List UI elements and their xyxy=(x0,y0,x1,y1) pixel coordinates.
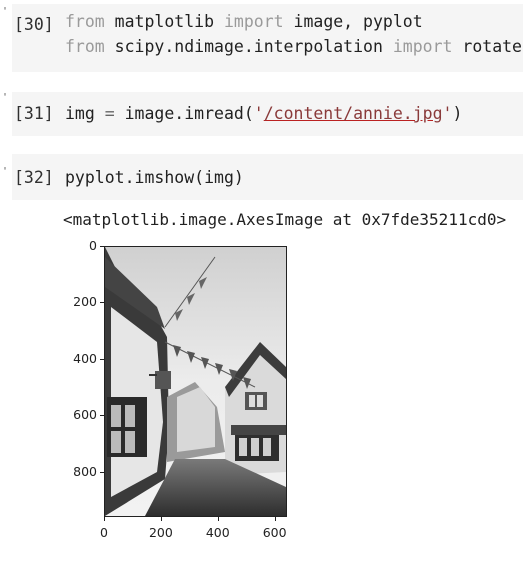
variable-img: img xyxy=(65,104,105,123)
y-tick-mark xyxy=(100,246,104,247)
x-tick-label: 200 xyxy=(148,525,173,540)
cell-output-text: <matplotlib.image.AxesImage at 0x7fde352… xyxy=(63,210,507,229)
cell-collapse-marker[interactable]: ' xyxy=(2,166,8,178)
x-tick-label: 0 xyxy=(100,525,108,540)
y-tick-mark xyxy=(100,471,104,473)
function-call: image.imread( xyxy=(114,104,254,123)
keyword-from: from xyxy=(65,12,105,31)
plot-axes xyxy=(104,246,287,517)
x-tick-mark xyxy=(217,517,219,521)
x-tick-mark xyxy=(274,517,276,521)
keyword-import: import xyxy=(392,37,453,56)
cell-prompt: [30] xyxy=(14,15,54,34)
code-line-2[interactable]: from scipy.ndimage.interpolation import … xyxy=(65,35,522,59)
keyword-import: import xyxy=(223,12,284,31)
import-names: image, pyplot xyxy=(283,12,423,31)
cell-prompt: [32] xyxy=(14,168,54,187)
street-photo-image xyxy=(105,247,286,516)
x-tick-mark xyxy=(104,517,105,521)
x-tick-mark xyxy=(160,517,162,521)
x-tick-label: 400 xyxy=(205,525,230,540)
y-tick-label: 800 xyxy=(73,463,97,479)
y-tick-mark xyxy=(100,415,104,417)
keyword-from: from xyxy=(65,37,105,56)
string-quote: ' xyxy=(253,104,264,123)
y-tick-label: 600 xyxy=(73,407,97,423)
code-line-1[interactable]: from matplotlib import image, pyplot xyxy=(65,10,423,34)
y-tick-label: 0 xyxy=(89,238,97,253)
close-paren: ) xyxy=(452,104,463,123)
module-name: matplotlib xyxy=(104,12,224,31)
y-tick-label: 400 xyxy=(73,350,97,366)
module-name: scipy.ndimage.interpolation xyxy=(104,37,393,56)
code-line[interactable]: img = image.imread('/content/annie.jpg') xyxy=(65,102,462,126)
y-tick-label: 200 xyxy=(73,294,97,310)
assign-operator: = xyxy=(104,104,115,123)
y-tick-mark xyxy=(100,358,104,360)
string-quote: ' xyxy=(442,104,453,123)
y-tick-mark xyxy=(100,302,104,304)
import-names: rotate xyxy=(452,37,522,56)
string-path: /content/annie.jpg xyxy=(263,104,443,123)
cell-prompt: [31] xyxy=(14,104,54,123)
x-tick-label: 600 xyxy=(262,525,287,540)
cell-collapse-marker[interactable]: ' xyxy=(2,92,8,104)
code-line[interactable]: pyplot.imshow(img) xyxy=(65,166,244,190)
cell-collapse-marker[interactable]: ' xyxy=(2,6,8,18)
